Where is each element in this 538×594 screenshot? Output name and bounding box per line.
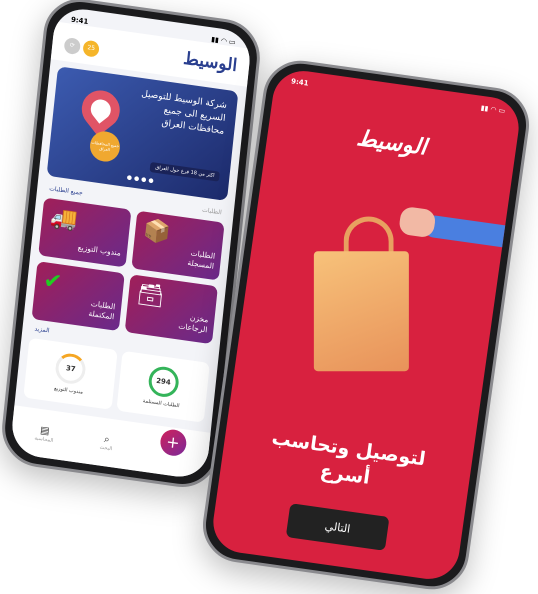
progress-ring: 294: [147, 364, 180, 399]
box-icon: 📦: [142, 217, 172, 246]
carousel-dots[interactable]: ●●●●: [127, 173, 156, 184]
nav-search[interactable]: ⌕ البحث: [99, 433, 113, 452]
slogan: لتوصيل وتحاسب أسرع: [220, 419, 473, 505]
nav-label: المحاسبة: [34, 434, 54, 444]
arm-illustration: [422, 214, 516, 249]
logo: الوسيط: [182, 48, 239, 76]
hand-illustration: [398, 205, 437, 239]
card-completed-orders[interactable]: ✔ الطلبات المكتملة: [31, 260, 125, 331]
notification-badge[interactable]: 25: [82, 39, 100, 58]
search-icon: ⌕: [103, 433, 111, 446]
promo-banner[interactable]: شركة الوسيط للتوصيل السريع الى جميع محاف…: [46, 65, 239, 201]
logo: الوسيط: [355, 125, 429, 161]
truck-icon: 🚚: [49, 204, 79, 233]
stat-card[interactable]: 294 الطلبات المستلمة: [115, 350, 210, 423]
card-returns-store[interactable]: 🗃 مخزن الرجاعات: [124, 273, 218, 344]
returns-box-icon: 🗃: [135, 280, 166, 310]
check-icon: ✔: [42, 267, 64, 296]
section-title: الطلبات: [201, 206, 223, 216]
stat-card[interactable]: 37 مندوب التوزيع: [23, 337, 118, 410]
card-label: مندوب التوزيع: [77, 242, 122, 258]
card-registered-orders[interactable]: 📦 الطلبات المسجلة: [131, 210, 225, 281]
time: 9:41: [290, 77, 310, 88]
signal-icon: ▮▮ ◠ ▭: [480, 103, 506, 116]
stat-label: الطلبات المستلمة: [142, 397, 180, 409]
banner-chip: اكثر من 18 فرع حول العراق: [149, 161, 220, 182]
card-label: الطلبات المكتملة: [88, 298, 116, 321]
location-pin-icon: [74, 82, 128, 136]
seal: جميع المحافظات العراق: [88, 128, 122, 164]
shopping-bag-icon: [313, 251, 409, 372]
next-button[interactable]: التالي: [285, 503, 390, 551]
card-delivery-agent[interactable]: 🚚 مندوب التوزيع: [38, 197, 132, 267]
status-bar: 9:41 ▮▮ ◠ ▭: [275, 67, 523, 117]
nav-label: البحث: [99, 444, 113, 452]
card-label: مخزن الرجاعات: [177, 312, 209, 334]
nav-accounting[interactable]: ▤ المحاسبة: [34, 424, 55, 444]
banner-title: شركة الوسيط للتوصيل السريع الى جميع محاف…: [140, 88, 228, 137]
onboarding-screen: 9:41 ▮▮ ◠ ▭ الوسيط لتوصيل وتحاسب أسرع التا…: [209, 67, 523, 583]
home-screen: 9:41 ▮▮ ◠ ▭ ⟳ 25 الوسيط شركة الوسيط للتوصي…: [9, 5, 253, 481]
progress-ring: 37: [54, 351, 88, 386]
add-button[interactable]: +: [158, 427, 188, 458]
card-label: الطلبات المسجلة: [187, 247, 216, 271]
stat-label: مندوب التوزيع: [53, 385, 84, 396]
refresh-icon[interactable]: ⟳: [63, 36, 82, 55]
more-link[interactable]: المزيد: [34, 325, 50, 334]
